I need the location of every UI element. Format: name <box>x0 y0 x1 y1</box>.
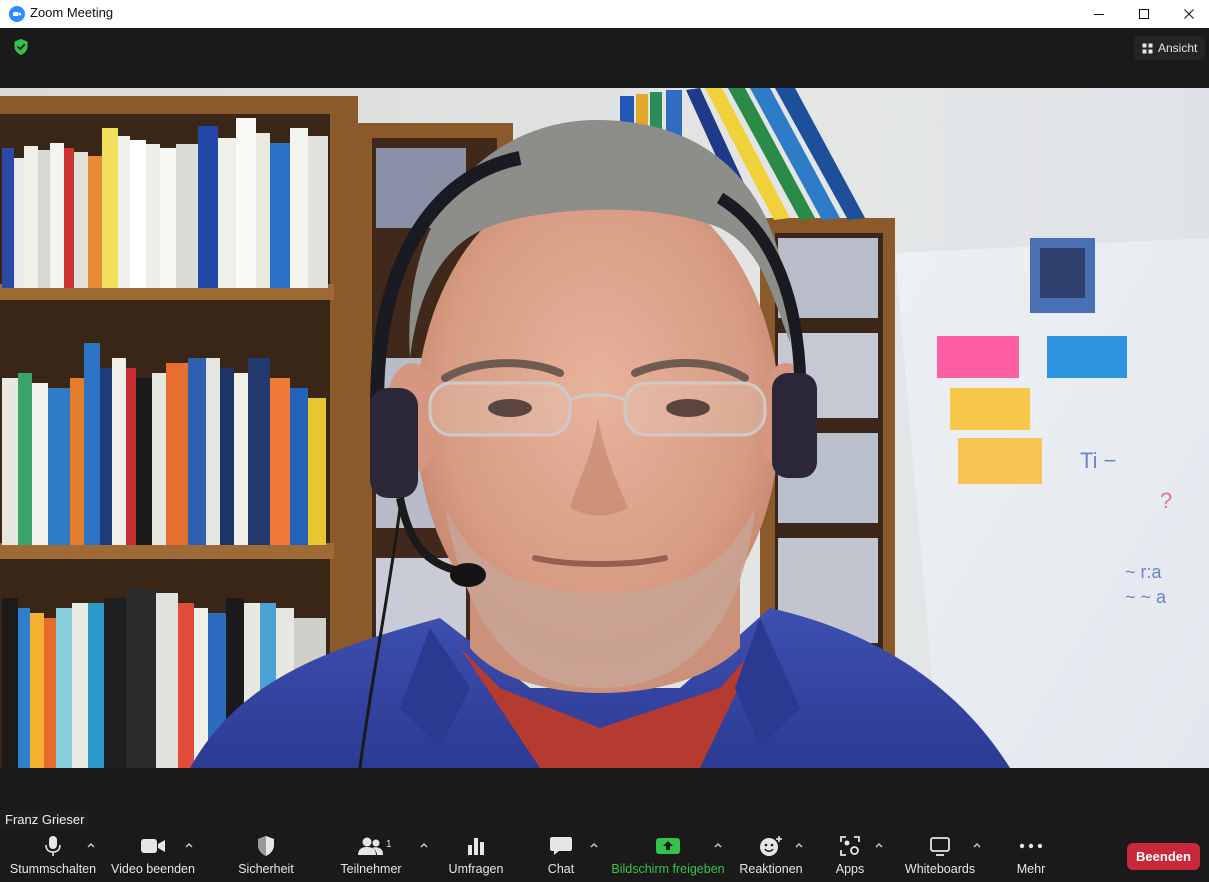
participant-video: Ti − ? ~ r:a ~ ~ a <box>0 88 1209 768</box>
share-screen-button-label: Bildschirm freigeben <box>611 862 725 876</box>
participants-icon <box>358 837 383 855</box>
security-shield-toolbar-icon <box>258 836 274 856</box>
chat-options-chevron-icon[interactable] <box>589 841 599 849</box>
chat-bubble-icon <box>550 837 572 855</box>
maximize-icon <box>1139 9 1149 19</box>
share-screen-button[interactable]: Bildschirm freigeben <box>611 830 725 882</box>
whiteboard-icon <box>930 837 950 856</box>
video-frame-image: Ti − ? ~ r:a ~ ~ a <box>0 88 1209 768</box>
mute-options-chevron-icon[interactable] <box>86 841 96 849</box>
security-button-label: Sicherheit <box>238 862 294 876</box>
stop-video-button-label: Video beenden <box>111 862 195 876</box>
more-button[interactable]: Mehr <box>1008 830 1054 882</box>
polls-button-label: Umfragen <box>448 862 504 876</box>
window-title: Zoom Meeting <box>30 5 114 20</box>
close-button[interactable] <box>1166 0 1209 28</box>
svg-text:?: ? <box>1160 488 1172 513</box>
minimize-icon <box>1094 14 1104 15</box>
reactions-button[interactable]: Reaktionen <box>738 830 804 882</box>
view-button[interactable]: Ansicht <box>1134 36 1206 60</box>
participants-options-chevron-icon[interactable] <box>419 841 429 849</box>
participants-count-badge: 1 <box>386 839 392 850</box>
chat-button[interactable]: Chat <box>536 830 586 882</box>
view-button-label: Ansicht <box>1158 41 1198 55</box>
participant-name-tag: Franz Grieser <box>0 810 90 830</box>
whiteboards-options-chevron-icon[interactable] <box>972 841 982 849</box>
mute-button[interactable]: Stummschalten <box>7 830 99 882</box>
apps-button-label: Apps <box>835 862 865 876</box>
share-screen-icon <box>656 838 680 854</box>
zoom-logo-icon <box>9 6 25 22</box>
microphone-icon <box>45 836 61 856</box>
window-titlebar: Zoom Meeting <box>0 0 1209 28</box>
apps-button[interactable]: Apps <box>828 830 872 882</box>
more-button-label: Mehr <box>1016 862 1046 876</box>
participants-button[interactable]: Teilnehmer <box>336 830 406 882</box>
video-options-chevron-icon[interactable] <box>184 841 194 849</box>
svg-text:Ti −: Ti − <box>1080 448 1116 473</box>
polls-button[interactable]: Umfragen <box>440 830 512 882</box>
stop-video-button[interactable]: Video beenden <box>108 830 198 882</box>
apps-icon <box>840 836 860 856</box>
svg-text:~ ~ a: ~ ~ a <box>1125 587 1167 607</box>
view-grid-icon <box>1142 43 1153 53</box>
participants-button-label: Teilnehmer <box>340 862 402 876</box>
reactions-options-chevron-icon[interactable] <box>794 841 804 849</box>
apps-options-chevron-icon[interactable] <box>874 841 884 849</box>
security-button[interactable]: Sicherheit <box>230 830 302 882</box>
minimize-button[interactable] <box>1076 0 1122 28</box>
whiteboards-button-label: Whiteboards <box>904 862 976 876</box>
close-icon <box>1184 9 1194 19</box>
whiteboards-button[interactable]: Whiteboards <box>900 830 980 882</box>
more-ellipsis-icon <box>1019 843 1043 849</box>
security-shield-icon[interactable] <box>11 37 31 57</box>
video-camera-icon <box>141 839 165 853</box>
reactions-smiley-icon <box>760 836 782 856</box>
reactions-button-label: Reaktionen <box>739 862 803 876</box>
chat-button-label: Chat <box>547 862 575 876</box>
polls-bar-chart-icon <box>468 838 484 855</box>
svg-text:~ r:a: ~ r:a <box>1125 562 1163 582</box>
end-meeting-button[interactable]: Beenden <box>1127 843 1200 870</box>
maximize-button[interactable] <box>1121 0 1167 28</box>
share-options-chevron-icon[interactable] <box>713 841 723 849</box>
meeting-top-bar <box>0 28 1209 88</box>
mute-button-label: Stummschalten <box>9 862 97 876</box>
meeting-toolbar: Stummschalten Video beenden Sicherheit T… <box>0 830 1209 882</box>
